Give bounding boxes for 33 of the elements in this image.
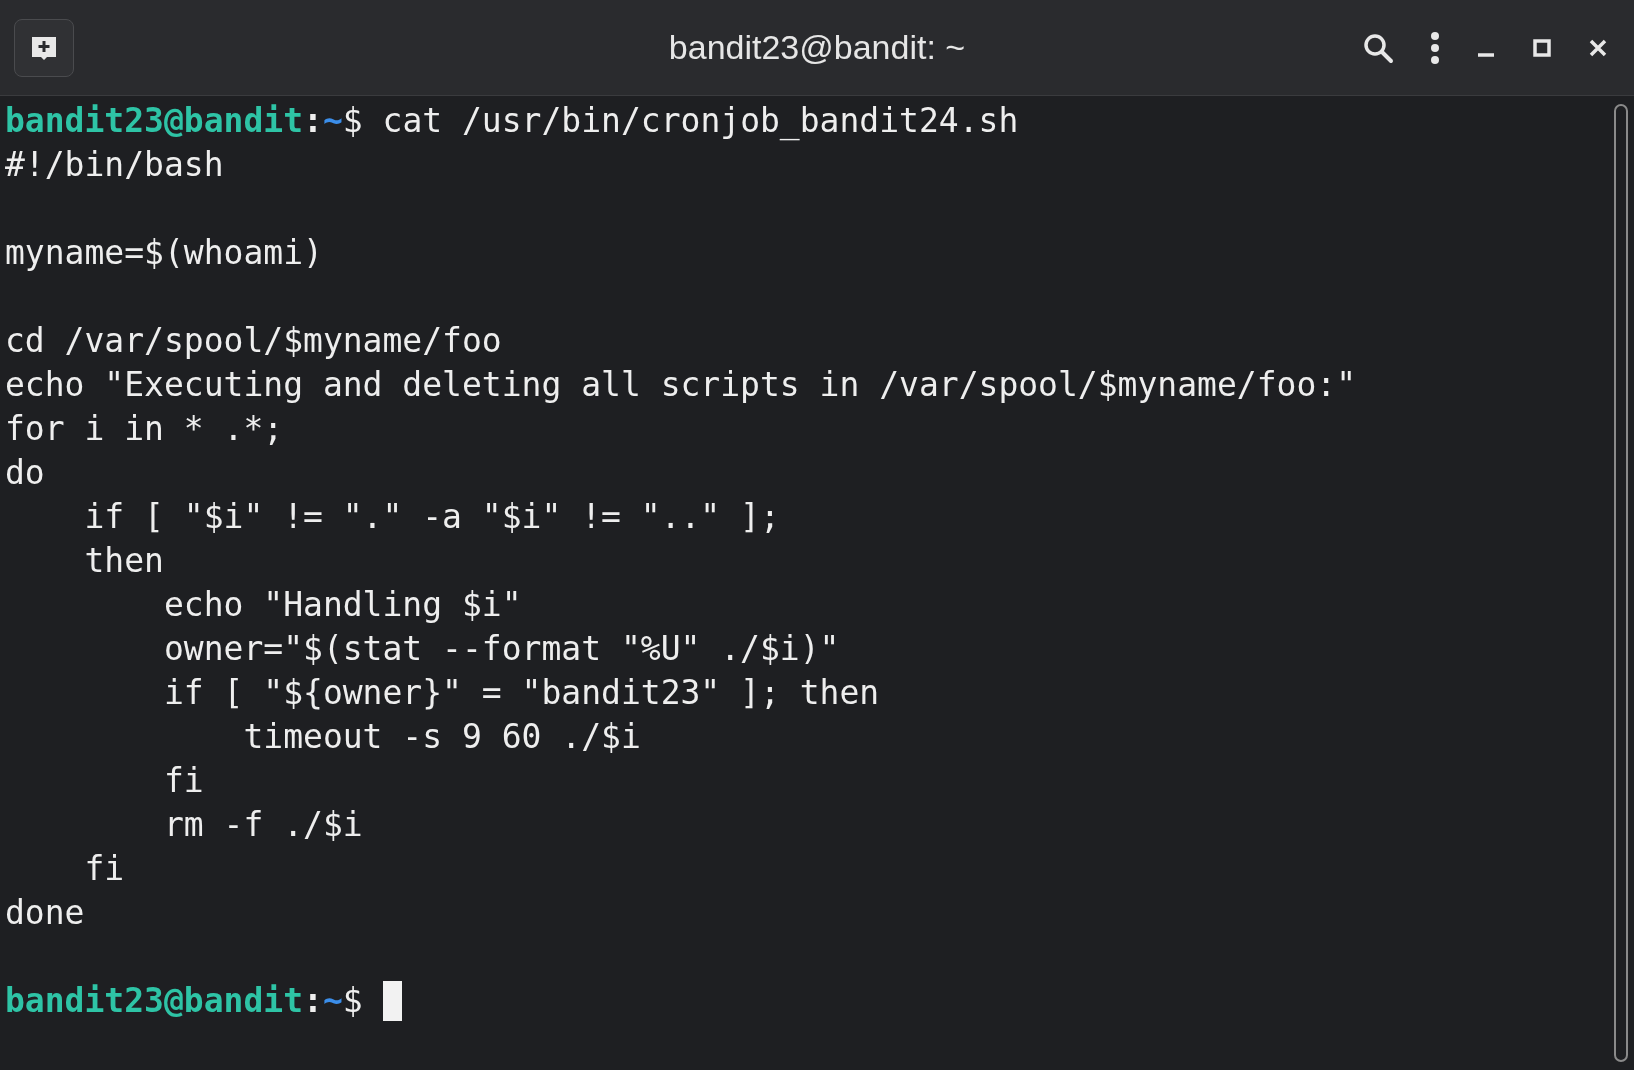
command-text: cat /usr/bin/cronjob_bandit24.sh <box>381 100 1019 143</box>
new-tab-icon <box>29 34 59 61</box>
output-line: fi <box>162 760 204 802</box>
prompt-symbol: $ <box>342 100 363 142</box>
output-line: if [ "${owner}" = "bandit23" ]; then <box>162 672 880 714</box>
output-line: done <box>5 892 85 934</box>
scrollbar[interactable] <box>1614 104 1628 1062</box>
prompt-path: ~ <box>322 980 343 1022</box>
prompt-user-host: bandit23@bandit <box>5 100 303 142</box>
output-line: #!/bin/bash <box>5 144 224 186</box>
prompt-separator: : <box>303 100 323 142</box>
output-line: echo "Handling $i" <box>162 584 522 626</box>
output-line: then <box>83 540 164 582</box>
output-line: echo "Executing and deleting all scripts in /var/spool/$myname/foo:" <box>5 364 1356 406</box>
close-icon[interactable] <box>1588 37 1608 58</box>
output-line: cd /var/spool/$myname/foo <box>5 320 502 362</box>
output-line: do <box>5 452 45 494</box>
window-title: bandit23@bandit: ~ <box>668 27 966 68</box>
prompt-symbol: $ <box>342 980 363 1022</box>
prompt-path: ~ <box>322 100 343 142</box>
output-line: for i in * .*; <box>5 408 284 450</box>
output-line: timeout -s 9 60 ./$i <box>242 716 641 758</box>
maximize-icon[interactable] <box>1532 37 1552 58</box>
more-options-icon[interactable] <box>1430 30 1440 65</box>
new-tab-button[interactable] <box>14 18 74 77</box>
prompt-user-host: bandit23@bandit <box>5 980 303 1022</box>
search-icon[interactable] <box>1362 31 1394 64</box>
output-line: fi <box>83 848 125 890</box>
output-line: rm -f ./$i <box>162 804 363 846</box>
output-line: myname=$(whoami) <box>5 232 323 274</box>
prompt-separator: : <box>303 980 323 1022</box>
output-line: owner="$(stat --format "%U" ./$i)" <box>162 628 840 670</box>
output-line: if [ "$i" != "." -a "$i" != ".." ]; <box>83 496 780 538</box>
